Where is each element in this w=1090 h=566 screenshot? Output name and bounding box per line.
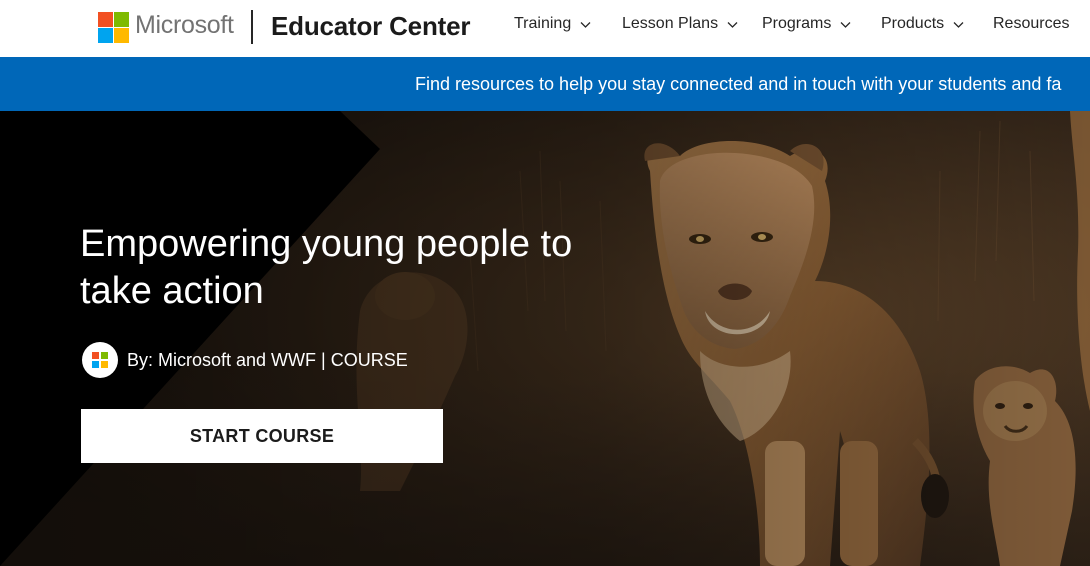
nav-item-lesson-plans[interactable]: Lesson Plans <box>622 15 738 33</box>
nav-item-products[interactable]: Products <box>881 15 964 33</box>
publisher-avatar <box>82 342 118 378</box>
start-course-button[interactable]: START COURSE <box>81 409 443 463</box>
byline: By: Microsoft and WWF | COURSE <box>82 342 408 378</box>
chevron-down-icon <box>727 19 738 30</box>
hero-title: Empowering young people to take action <box>80 223 573 312</box>
byline-text: By: Microsoft and WWF | COURSE <box>127 349 408 370</box>
chevron-down-icon <box>840 19 851 30</box>
hero-section: Empowering young people to take action B… <box>0 111 1090 566</box>
nav-item-training[interactable]: Training <box>514 15 591 33</box>
chevron-down-icon <box>580 19 591 30</box>
microsoft-logo-icon <box>92 352 108 368</box>
banner-text[interactable]: Find resources to help you stay connecte… <box>415 74 1061 95</box>
nav-item-label: Training <box>514 15 572 32</box>
chevron-down-icon <box>953 19 964 30</box>
hero-lions-image <box>0 111 1090 566</box>
nav-item-label: Resources <box>993 15 1070 32</box>
nav-item-label: Lesson Plans <box>622 15 719 32</box>
nav-item-label: Programs <box>762 15 832 32</box>
main-nav: Training Lesson Plans Programs Products … <box>0 0 1090 56</box>
nav-item-label: Products <box>881 15 945 32</box>
nav-item-programs[interactable]: Programs <box>762 15 851 33</box>
announcement-banner: Find resources to help you stay connecte… <box>0 57 1090 111</box>
site-header: Microsoft Educator Center Training Lesso… <box>0 0 1090 56</box>
nav-item-resources[interactable]: Resources <box>993 15 1069 33</box>
